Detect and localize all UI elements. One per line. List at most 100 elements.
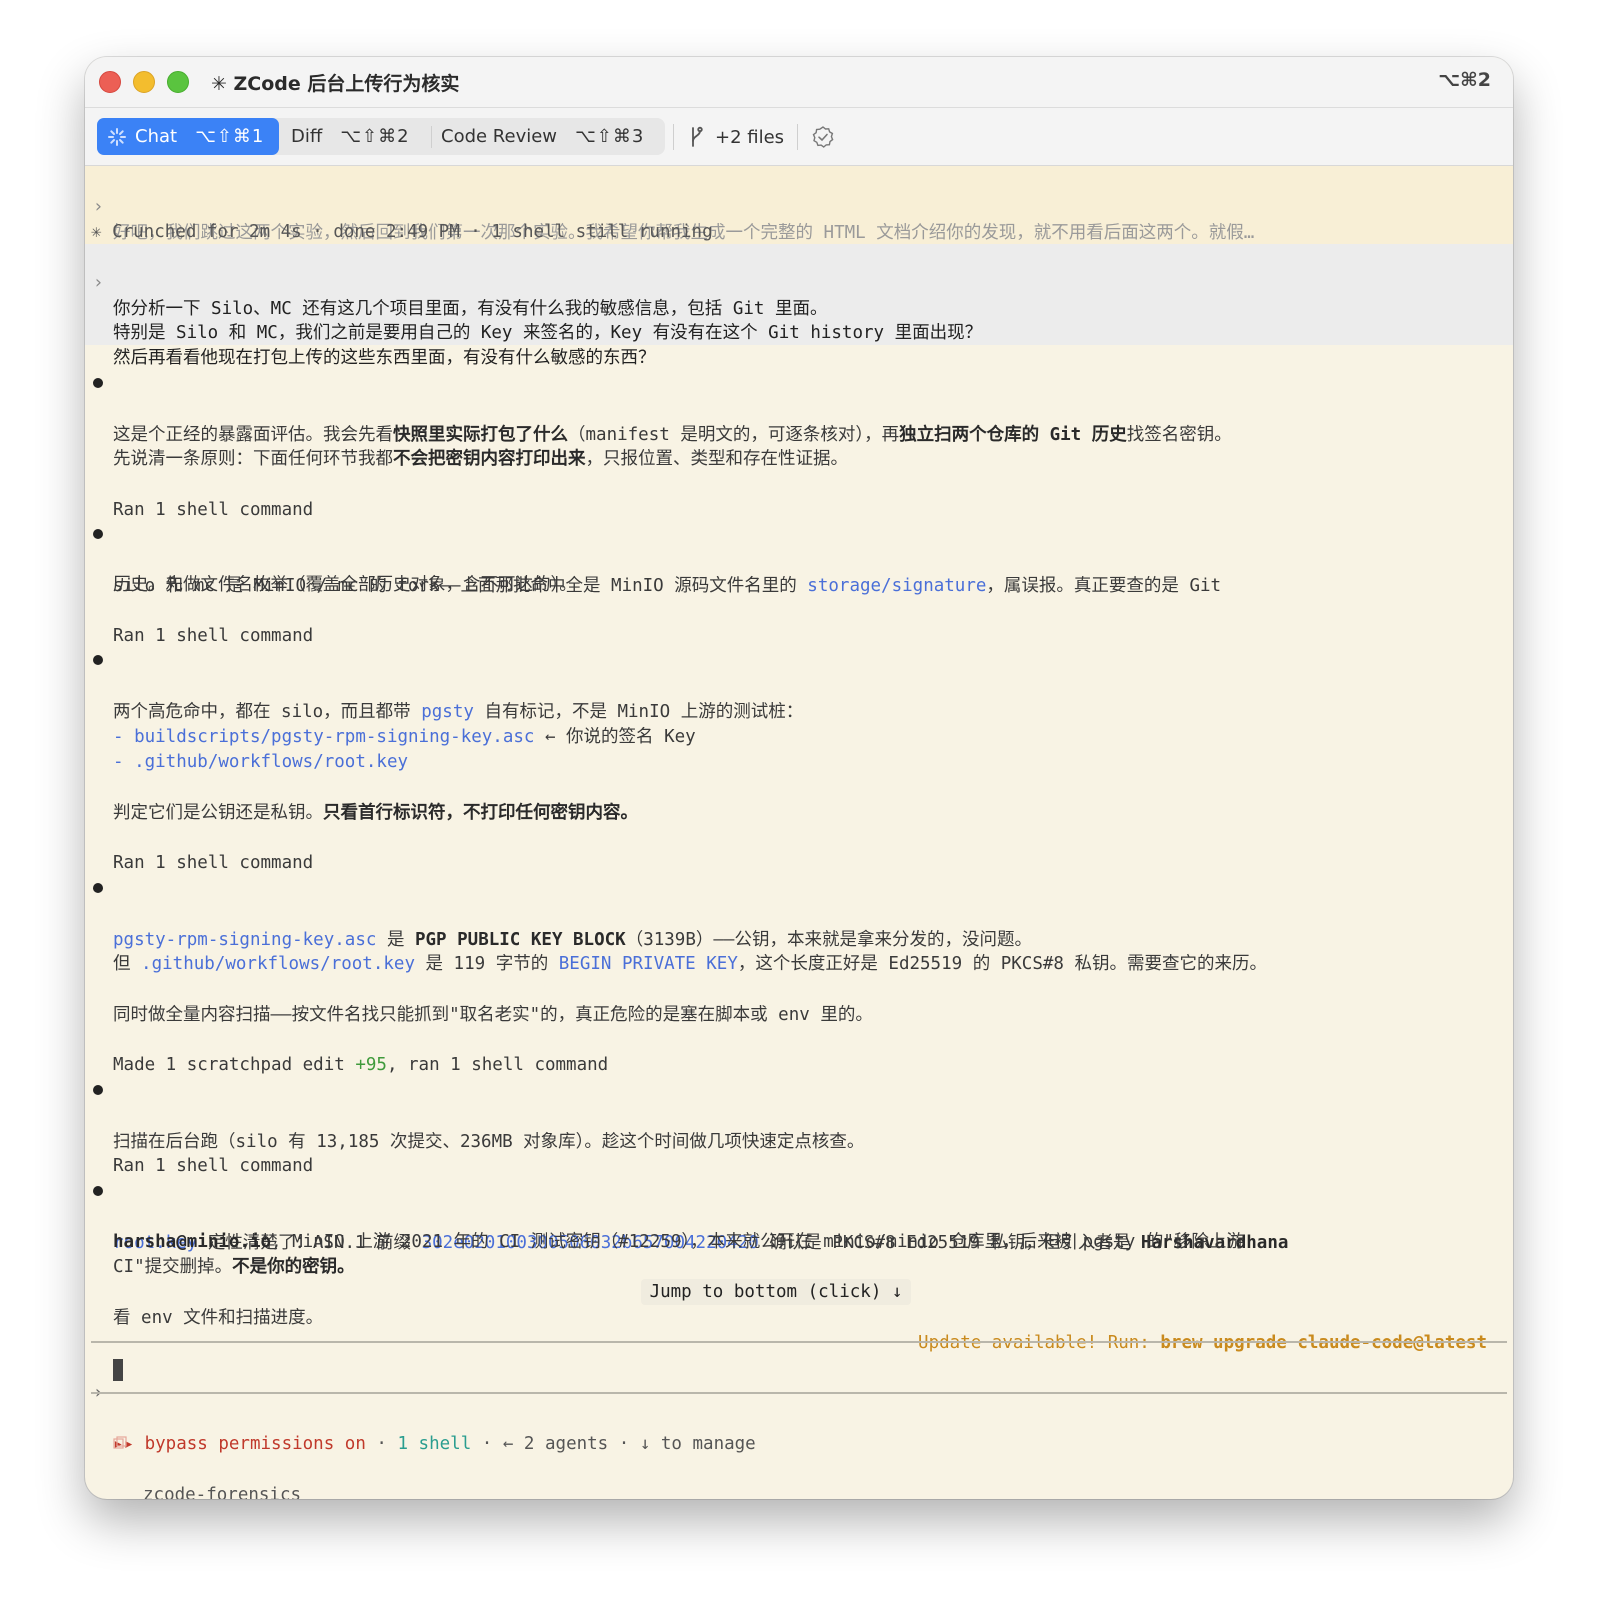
text-span: Made 1 scratchpad edit <box>113 1055 356 1075</box>
file-link[interactable]: storage/signature <box>807 576 986 596</box>
previous-prompt[interactable]: › 好吧，我们跳过这两个实验，然后回到我们第一次那个实验。我希望你帮我生成一个完… <box>85 168 1513 243</box>
list-dash: - <box>113 752 135 772</box>
project-line: zcode-forensics <box>85 1430 1513 1499</box>
changed-files-button[interactable]: +2 files <box>687 124 784 150</box>
bullet-icon <box>93 1186 103 1196</box>
text-span: , ran 1 shell command <box>386 1055 609 1075</box>
list-item: - buildscripts/pgsty-rpm-signing-key.asc… <box>85 698 1513 747</box>
tool-call-summary[interactable]: Ran 1 shell command <box>85 824 1513 873</box>
tool-call-text: Made 1 scratchpad edit +95, ran 1 shell … <box>113 1052 608 1078</box>
text-span: 先说清一条原则：下面任何环节我都 <box>113 449 393 469</box>
tool-call-text: Ran 1 shell command <box>113 1156 314 1176</box>
tab-group: Chat ⌥⇧⌘1 Diff ⌥⇧⌘2 Code Review ⌥⇧⌘3 <box>97 118 665 155</box>
spinner-icon <box>108 127 126 146</box>
tool-call-summary[interactable]: Ran 1 shell command <box>85 1127 1513 1176</box>
text-span: 是 119 字节的 <box>414 954 559 974</box>
user-prompt-line: 特别是 Silo 和 MC，我们之前是要用自己的 Key 来签名的，Key 有没… <box>85 294 1513 343</box>
message-text: 判定它们是公钥还是私钥。只看首行标识符，不打印任何密钥内容。 <box>113 800 638 826</box>
git-branch-icon <box>692 126 703 147</box>
update-notice: Update available! Run: brew upgrade clau… <box>85 1304 1513 1353</box>
bullet-icon <box>93 529 103 539</box>
text-bold: 只看首行标识符，不打印任何密钥内容。 <box>323 803 638 823</box>
text-bold: 不是你的密钥。 <box>232 1257 355 1277</box>
message-paragraph: 历史。先做文件名枚举（覆盖全部历史对象，含不可达的）。 <box>85 546 1513 595</box>
tool-call-summary[interactable]: Ran 1 shell command <box>85 597 1513 646</box>
message-paragraph: 同时做全量内容扫描——按文件名找只能抓到"取名老实"的，真正危险的是塞在脚本或 … <box>85 976 1513 1025</box>
tab-divider <box>431 126 432 148</box>
tab-code-review-label: Code Review <box>441 126 558 147</box>
message-text: 同时做全量内容扫描——按文件名找只能抓到"取名老实"的，真正危险的是塞在脚本或 … <box>113 1005 873 1025</box>
tab-code-review[interactable]: Code Review ⌥⇧⌘3 <box>441 118 661 155</box>
tab-diff-label: Diff <box>291 126 323 147</box>
jump-to-bottom-button[interactable]: Jump to bottom (click) ↓ <box>641 1279 911 1305</box>
diff-count: +95 <box>355 1055 387 1075</box>
prompt-input[interactable]: › <box>85 1354 1513 1403</box>
input-divider-top <box>91 1341 1507 1343</box>
zoom-window-button[interactable] <box>167 71 189 93</box>
assistant-message: 扫描在后台跑（silo 有 13,185 次提交、236MB 对象库）。趁这个时… <box>85 1077 1513 1152</box>
chevron-right-icon: › <box>93 273 104 293</box>
user-prompt-line: 然后再看看他现在打包上传的这些东西里面，有没有什么敏感的东西？ <box>85 319 1513 368</box>
changed-files-label: +2 files <box>715 126 785 148</box>
tab-chat[interactable]: Chat ⌥⇧⌘1 <box>97 118 279 155</box>
app-window: ✳ ZCode 后台上传行为核实 ⌥⌘2 Chat ⌥⇧⌘1 Diff ⌥⇧⌘2… <box>85 57 1513 1499</box>
text-span: CI"提交删掉。 <box>113 1257 233 1277</box>
text-span: 但 <box>113 954 142 974</box>
message-text: 历史。先做文件名枚举（覆盖全部历史对象，含不可达的）。 <box>113 575 577 595</box>
message-paragraph: 但 .github/workflows/root.key 是 119 字节的 B… <box>85 925 1513 974</box>
tool-call-summary[interactable]: Ran 1 shell command <box>85 471 1513 520</box>
bullet-icon <box>93 378 103 388</box>
text-span: 判定它们是公钥还是私钥。 <box>113 803 323 823</box>
assistant-message: root.key 定性清楚了：ASN.1 前缀 302e020100300506… <box>85 1178 1513 1253</box>
assistant-message: silo 和 mc 是 MinIO / mc 的 fork——上面那批命中全是 … <box>85 521 1513 596</box>
list-item: - .github/workflows/root.key <box>85 723 1513 772</box>
message-text: 先说清一条原则：下面任何环节我都不会把密钥内容打印出来，只报位置、类型和存在性证… <box>113 446 848 472</box>
tab-diff[interactable]: Diff ⌥⇧⌘2 <box>291 118 421 155</box>
text-span: Update available! Run: <box>918 1333 1161 1353</box>
text-span: ，只报位置、类型和存在性证据。 <box>585 449 849 469</box>
message-paragraph: CI"提交删掉。不是你的密钥。 <box>85 1228 1513 1277</box>
tab-diff-shortcut: ⌥⇧⌘2 <box>340 126 410 147</box>
close-window-button[interactable] <box>99 71 121 93</box>
tool-call-summary[interactable]: Made 1 scratchpad edit +95, ran 1 shell … <box>85 1026 1513 1075</box>
toolbar-divider <box>797 124 798 150</box>
assistant-message: 这是个正经的暴露面评估。我会先看快照里实际打包了什么（manifest 是明文的… <box>85 370 1513 445</box>
bullet-icon <box>93 883 103 893</box>
assistant-message: pgsty-rpm-signing-key.asc 是 PGP PUBLIC K… <box>85 875 1513 950</box>
text-bold: 不会把密钥内容打印出来 <box>393 449 586 469</box>
user-prompt-line: › 你分析一下 Silo、MC 还有这几个项目里面，有没有什么我的敏感信息，包括… <box>85 244 1513 319</box>
minimize-window-button[interactable] <box>133 71 155 93</box>
folder-icon <box>113 1436 127 1449</box>
message-text: 但 .github/workflows/root.key 是 119 字节的 B… <box>113 951 1267 977</box>
crunched-text: ✳ Crunched for 2m 4s · done 2:49 PM · 1 … <box>91 222 713 242</box>
message-paragraph: 判定它们是公钥还是私钥。只看首行标识符，不打印任何密钥内容。 <box>85 774 1513 823</box>
assistant-message: 两个高危命中，都在 silo，而且都带 pgsty 自有标记，不是 MinIO … <box>85 647 1513 722</box>
text-cursor <box>113 1359 123 1381</box>
crunched-status: ✳ Crunched for 2m 4s · done 2:49 PM · 1 … <box>85 193 1513 242</box>
tool-call-text: Ran 1 shell command <box>113 853 314 873</box>
title-bar: ✳ ZCode 后台上传行为核实 ⌥⌘2 <box>85 57 1513 108</box>
status-bar: ▸▸ bypass permissions on · 1 shell · ← 2… <box>85 1405 1513 1454</box>
tool-call-text: Ran 1 shell command <box>113 500 314 520</box>
window-title: ✳ ZCode 后台上传行为核实 <box>211 73 460 95</box>
tab-chat-shortcut: ⌥⇧⌘1 <box>195 126 265 147</box>
input-divider-bottom <box>91 1392 1507 1394</box>
update-command[interactable]: brew upgrade claude-code@latest <box>1160 1333 1487 1353</box>
tab-bar: Chat ⌥⇧⌘1 Diff ⌥⇧⌘2 Code Review ⌥⇧⌘3 +2 … <box>85 108 1513 166</box>
text-span: ，属误报。真正要查的是 Git <box>986 576 1222 596</box>
message-paragraph: 先说清一条原则：下面任何环节我都不会把密钥内容打印出来，只报位置、类型和存在性证… <box>85 420 1513 469</box>
text-span: ，这个长度正好是 Ed25519 的 PKCS#8 私钥。需要查它的来历。 <box>737 954 1267 974</box>
project-name: zcode-forensics <box>143 1485 302 1499</box>
tab-code-review-shortcut: ⌥⇧⌘3 <box>575 126 645 147</box>
file-link[interactable]: .github/workflows/root.key <box>141 954 415 974</box>
message-paragraph: harsha@minio.io, MinIO 上游 2021 年的 CI 测试密… <box>85 1203 1513 1252</box>
verified-badge-icon[interactable] <box>811 125 835 149</box>
message-text: CI"提交删掉。不是你的密钥。 <box>113 1254 355 1280</box>
tool-call-text: Ran 1 shell command <box>113 626 314 646</box>
tab-chat-label: Chat <box>135 126 178 147</box>
file-link[interactable]: .github/workflows/root.key <box>134 752 408 772</box>
code-link[interactable]: BEGIN PRIVATE KEY <box>559 954 738 974</box>
bullet-icon <box>93 1085 103 1095</box>
message-text: - .github/workflows/root.key <box>113 749 408 775</box>
window-shortcut: ⌥⌘2 <box>1438 69 1491 91</box>
